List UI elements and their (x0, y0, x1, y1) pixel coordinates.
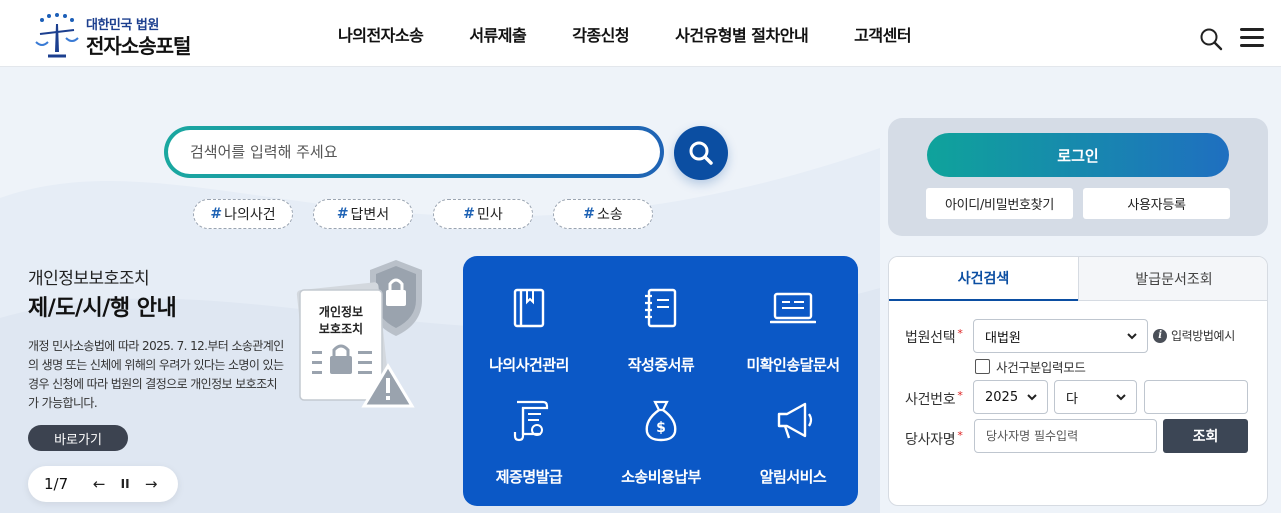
court-emblem-icon (35, 13, 79, 58)
money-bag-icon: $ (645, 400, 677, 442)
case-search-panel: 사건검색 발급문서조회 법원선택 * 대법원 i 입력방법예시 사건구분입력모드 사… (888, 256, 1268, 506)
checkbox-box (975, 359, 990, 374)
main-navigation: 나의전자소송 서류제출 각종신청 사건유형별 절차안내 고객센터 (338, 22, 957, 46)
chevron-down-icon (1127, 333, 1137, 340)
chevron-down-icon (1027, 394, 1037, 401)
search-button[interactable] (674, 126, 728, 180)
hashtag-answer[interactable]: # 답변서 (313, 199, 413, 229)
search-input[interactable] (190, 143, 660, 161)
nav-document-submission[interactable]: 서류제출 (469, 22, 526, 46)
monitor-icon (770, 292, 816, 324)
pause-icon[interactable]: II (118, 477, 132, 491)
quick-menu-panel: 나의사건관리 작성중서류 미확인송달문서 제증명발급 $ 소송비용납부 알림서비… (463, 256, 858, 506)
hamburger-menu-icon[interactable] (1240, 28, 1264, 48)
hashtag-civil[interactable]: # 민사 (433, 199, 533, 229)
certificate-icon (513, 400, 549, 442)
court-select[interactable]: 대법원 (973, 319, 1148, 353)
quick-unconfirmed-documents[interactable]: 미확인송달문서 (727, 256, 859, 374)
megaphone-icon (777, 402, 813, 439)
nav-procedure-guide[interactable]: 사건유형별 절차안내 (675, 22, 809, 46)
notebook-icon (645, 288, 677, 328)
document-label-line1: 개인정보 (319, 304, 363, 319)
notice-body: 개정 민사소송법에 따라 2025. 7. 12.부터 소송관계인의 생명 또는… (28, 339, 284, 410)
info-icon: i (1153, 328, 1167, 343)
year-select[interactable]: 2025 (973, 380, 1048, 414)
query-button[interactable]: 조회 (1163, 419, 1248, 453)
banner-pager: 1/7 ← II → (28, 466, 178, 502)
party-name-label: 당사자명 * (905, 429, 963, 448)
quick-notification-service[interactable]: 알림서비스 (727, 368, 859, 486)
logo-title: 전자소송포털 (86, 34, 191, 58)
search-icon[interactable] (1199, 27, 1223, 51)
chevron-down-icon (1116, 394, 1126, 401)
login-button[interactable]: 로그인 (927, 133, 1229, 177)
search-icon (689, 141, 713, 165)
case-type-mode-checkbox[interactable]: 사건구분입력모드 (975, 357, 1086, 376)
book-icon (513, 288, 545, 328)
hashtag-lawsuit[interactable]: # 소송 (553, 199, 653, 229)
go-button[interactable]: 바로가기 (28, 425, 128, 451)
nav-my-e-litigation[interactable]: 나의전자소송 (338, 22, 424, 46)
user-register-button[interactable]: 사용자등록 (1083, 188, 1230, 219)
nav-applications[interactable]: 각종신청 (572, 22, 629, 46)
pager-count: 1/7 (44, 475, 69, 493)
document-label-line2: 보호조치 (319, 321, 363, 336)
tab-case-search[interactable]: 사건검색 (889, 257, 1078, 301)
next-arrow-icon[interactable]: → (144, 475, 158, 493)
notice-title: 제/도/시/행 안내 (28, 296, 177, 321)
notice-subtitle: 개인정보보호조치 (28, 269, 150, 289)
svg-text:$: $ (656, 420, 666, 436)
find-id-password-button[interactable]: 아이디/비밀번호찾기 (926, 188, 1073, 219)
login-panel: 로그인 아이디/비밀번호찾기 사용자등록 (888, 118, 1268, 236)
site-logo[interactable]: 대한민국 법원 전자소송포털 (32, 12, 222, 58)
input-example-link[interactable]: i 입력방법예시 (1153, 327, 1235, 344)
tab-issued-document-lookup[interactable]: 발급문서조회 (1078, 257, 1267, 301)
quick-draft-documents[interactable]: 작성중서류 (595, 256, 727, 374)
party-name-input[interactable] (974, 419, 1157, 453)
search-box (164, 126, 664, 178)
court-label: 법원선택 * (905, 327, 963, 346)
hashtag-my-case[interactable]: # 나의사건 (193, 199, 293, 229)
privacy-document-illustration: 개인정보 보호조치 (296, 260, 422, 408)
quick-my-case-management[interactable]: 나의사건관리 (463, 256, 595, 374)
case-serial-input[interactable] (1144, 380, 1248, 414)
quick-litigation-fee-payment[interactable]: $ 소송비용납부 (595, 368, 727, 486)
quick-certificate-issuance[interactable]: 제증명발급 (463, 368, 595, 486)
header: 대한민국 법원 전자소송포털 나의전자소송 서류제출 각종신청 사건유형별 절차… (0, 0, 1281, 67)
prev-arrow-icon[interactable]: ← (92, 475, 106, 493)
case-number-label: 사건번호 * (905, 389, 963, 408)
hashtag-list: # 나의사건 # 답변서 # 민사 # 소송 (193, 199, 673, 229)
case-type-select[interactable]: 다 (1054, 380, 1137, 414)
nav-customer-center[interactable]: 고객센터 (854, 22, 911, 46)
